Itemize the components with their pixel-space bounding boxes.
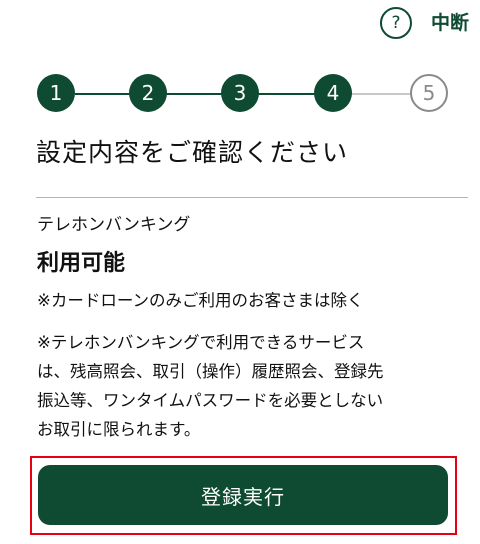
services-note-line: お取引に限られます。 xyxy=(37,420,201,439)
step-number: 5 xyxy=(422,81,436,105)
setting-value: 利用可能 xyxy=(37,251,126,276)
services-note: ※テレホンバンキングで利用できるサービス は、残高照会、取引（操作）履歴照会、登… xyxy=(37,328,457,444)
help-icon[interactable]: ? xyxy=(380,7,412,39)
progress-stepper: 1 2 3 4 5 xyxy=(0,74,480,114)
step-2: 2 xyxy=(129,74,167,112)
step-number: 1 xyxy=(49,81,63,105)
page-title: 設定内容をご確認ください xyxy=(36,138,349,167)
step-number: 2 xyxy=(141,81,155,105)
divider xyxy=(36,197,468,198)
step-connector xyxy=(350,93,412,95)
step-number: 3 xyxy=(233,81,247,105)
step-3: 3 xyxy=(221,74,259,112)
setting-label: テレホンバンキング xyxy=(37,215,191,235)
step-5: 5 xyxy=(410,74,448,112)
step-number: 4 xyxy=(326,81,340,105)
services-note-line: ※テレホンバンキングで利用できるサービス xyxy=(37,333,365,352)
step-1: 1 xyxy=(37,74,75,112)
step-4: 4 xyxy=(314,74,352,112)
services-note-line: 振込等、ワンタイムパスワードを必要としない xyxy=(37,391,384,410)
services-note-line: は、残高照会、取引（操作）履歴照会、登録先 xyxy=(37,362,384,381)
suspend-button[interactable]: 中断 xyxy=(431,10,469,36)
register-button[interactable]: 登録実行 xyxy=(38,465,448,525)
help-icon-glyph: ? xyxy=(391,13,401,33)
card-loan-note: ※カードローンのみご利用のお客さまは除く xyxy=(37,291,364,310)
